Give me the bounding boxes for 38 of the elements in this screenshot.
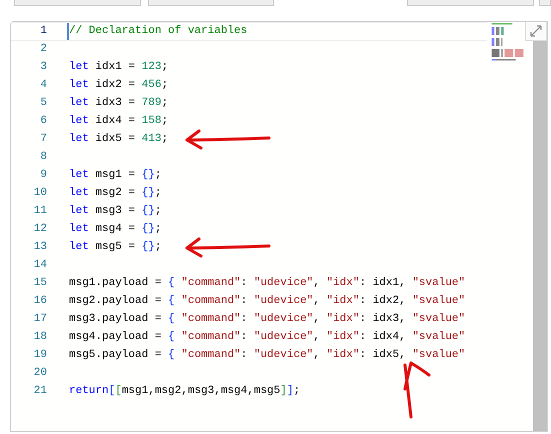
code-line: let msg1 = {}; (69, 168, 162, 183)
code-line: msg1.payload = { "command": "udevice", "idx": idx1, "svalue" (69, 276, 466, 291)
line-number: 6 (39, 114, 47, 129)
line-number: 16 (32, 294, 47, 309)
line-number: 1 (39, 24, 47, 39)
line-number: 8 (39, 150, 47, 165)
line-number: 18 (32, 330, 47, 345)
code-line: let msg3 = {}; (69, 204, 162, 219)
line-number: 21 (32, 384, 47, 399)
code-line: let msg5 = {}; (69, 239, 162, 256)
code-line: msg2.payload = { "command": "udevice", "idx": idx2, "svalue" (69, 294, 466, 309)
code-line: let idx3 = 789; (69, 96, 168, 111)
code-line: let msg2 = {}; (69, 186, 162, 201)
line-number: 3 (39, 60, 47, 75)
line-number: 15 (32, 276, 47, 291)
line-number: 2 (39, 42, 47, 57)
code-line: // Declaration of variables (67, 23, 248, 40)
code-line: let idx1 = 123; (69, 60, 168, 75)
code-line: msg4.payload = { "command": "udevice", "idx": idx4, "svalue" (69, 330, 466, 345)
code-line: let idx2 = 456; (69, 78, 168, 93)
line-number: 12 (32, 222, 47, 237)
code-line: let idx4 = 158; (69, 114, 168, 129)
code-line: msg3.payload = { "command": "udevice", "idx": idx3, "svalue" (69, 312, 466, 327)
line-number: 5 (39, 96, 47, 111)
line-number: 13 (32, 240, 47, 255)
code-line: let idx5 = 413; (69, 131, 168, 148)
code-line: let msg4 = {}; (69, 222, 162, 237)
line-number: 20 (32, 366, 47, 381)
line-number: 17 (32, 312, 47, 327)
line-number: 7 (39, 132, 47, 147)
line-number: 19 (32, 348, 47, 363)
line-number: 9 (39, 168, 47, 183)
line-number: 11 (32, 204, 47, 219)
line-number: 4 (39, 78, 47, 93)
line-number: 10 (32, 186, 47, 201)
code-line: msg5.payload = { "command": "udevice", "idx": idx5, "svalue" (69, 347, 466, 364)
line-number: 14 (32, 258, 47, 273)
code-line: return[[msg1,msg2,msg3,msg4,msg5]]; (69, 384, 300, 399)
